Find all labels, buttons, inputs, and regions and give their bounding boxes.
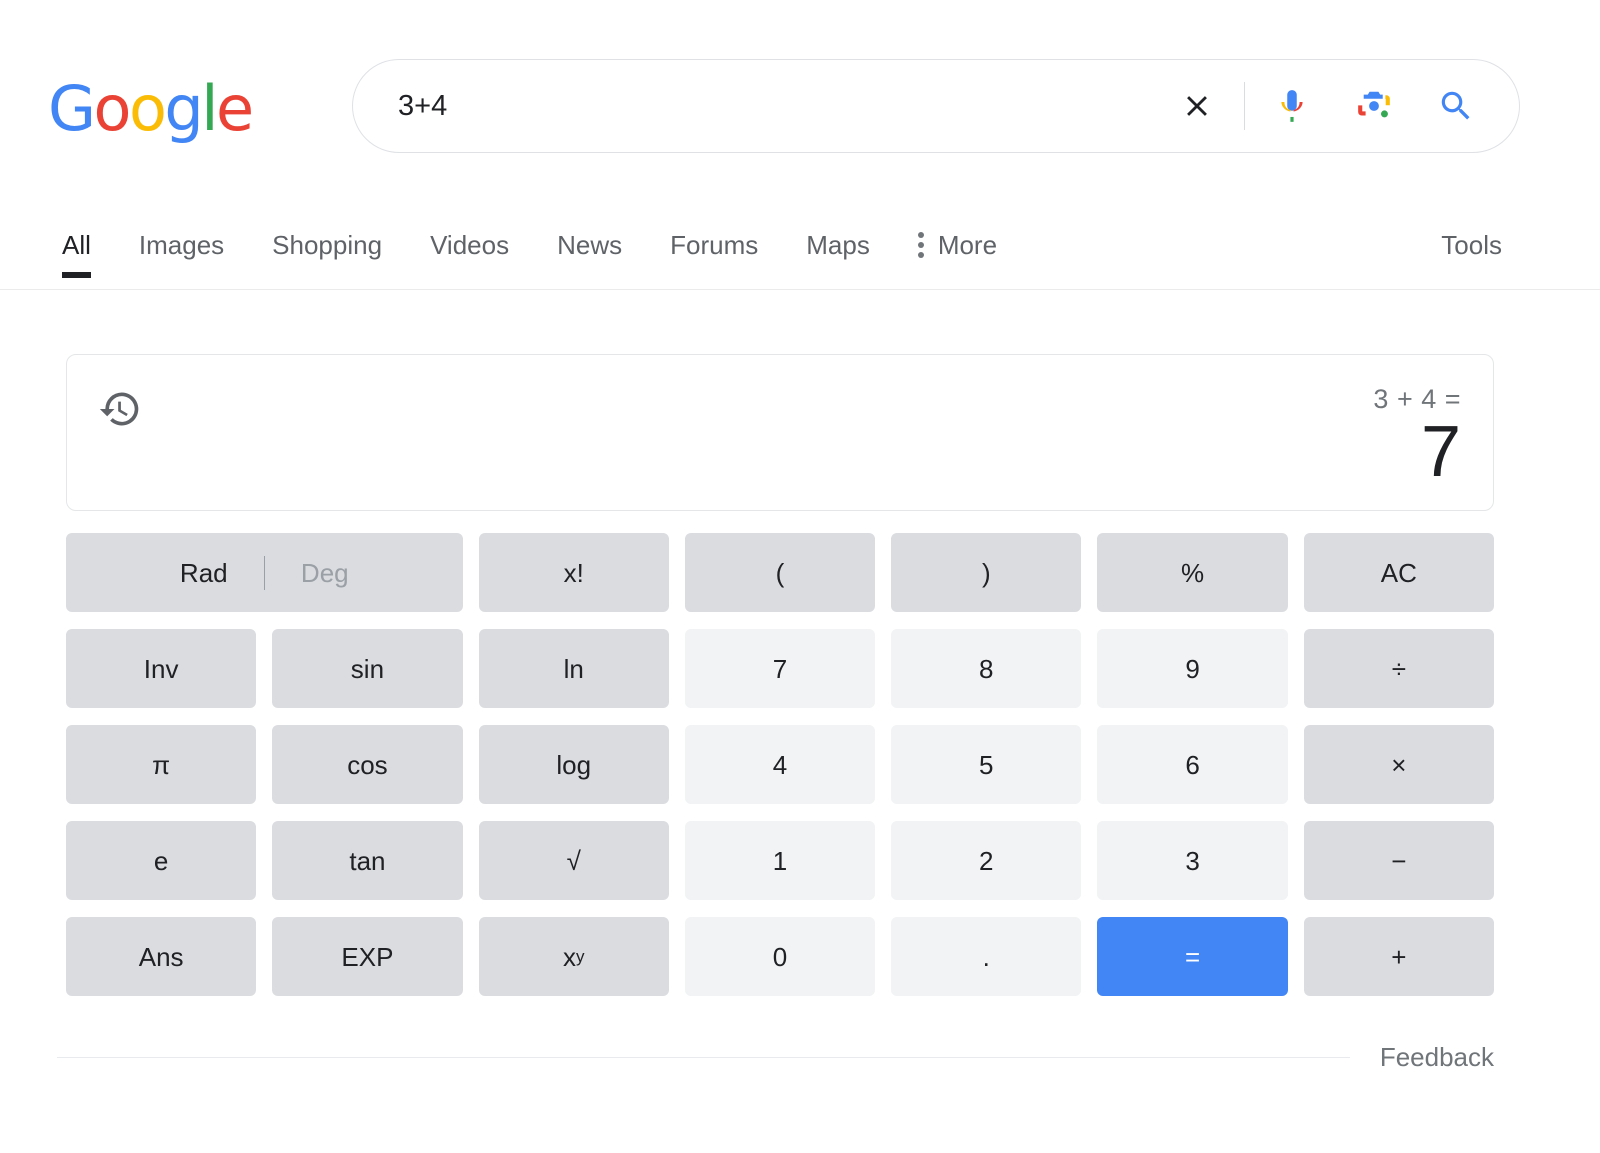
key-pi[interactable]: π — [66, 725, 257, 804]
key-eight[interactable]: 8 — [891, 629, 1082, 708]
key-zero[interactable]: 0 — [684, 917, 876, 996]
angle-mode-toggle[interactable]: Rad Deg — [66, 533, 463, 612]
key-tangent[interactable]: tan — [272, 821, 463, 900]
key-four[interactable]: 4 — [684, 725, 876, 804]
key-factorial[interactable]: x! — [478, 533, 669, 612]
search-actions — [1168, 77, 1519, 135]
search-bar[interactable] — [352, 59, 1520, 153]
nav-tabs: All Images Shopping Videos News Forums M… — [62, 206, 1045, 290]
search-input[interactable] — [353, 76, 1168, 136]
key-seven[interactable]: 7 — [684, 629, 876, 708]
search-icon[interactable] — [1427, 77, 1485, 135]
key-subtract[interactable]: − — [1303, 821, 1494, 900]
google-lens-icon[interactable] — [1345, 77, 1403, 135]
key-answer[interactable]: Ans — [66, 917, 257, 996]
tab-news[interactable]: News — [557, 206, 622, 262]
calculator-expression: 3 + 4 = — [1373, 384, 1461, 414]
key-close-paren[interactable]: ) — [891, 533, 1082, 612]
logo-letter-G: G — [48, 72, 96, 145]
key-exponent[interactable]: EXP — [272, 917, 463, 996]
logo-letter-o2: o — [128, 72, 167, 145]
more-menu-button[interactable]: More — [917, 206, 998, 262]
tools-button[interactable]: Tools — [1441, 228, 1502, 262]
key-nine[interactable]: 9 — [1097, 629, 1288, 708]
tab-maps[interactable]: Maps — [806, 206, 870, 262]
key-cosine[interactable]: cos — [272, 725, 463, 804]
key-six[interactable]: 6 — [1097, 725, 1288, 804]
key-two[interactable]: 2 — [891, 821, 1082, 900]
key-sine[interactable]: sin — [272, 629, 463, 708]
footer-divider — [57, 1056, 1350, 1058]
tab-shopping[interactable]: Shopping — [272, 206, 382, 262]
key-inverse[interactable]: Inv — [66, 629, 257, 708]
calculator-result: 7 — [1420, 412, 1461, 492]
key-add[interactable]: + — [1303, 917, 1494, 996]
key-power-base: x — [562, 941, 576, 972]
feedback-link[interactable]: Feedback — [1350, 1040, 1494, 1074]
tab-videos[interactable]: Videos — [430, 206, 509, 262]
key-one[interactable]: 1 — [684, 821, 876, 900]
tab-forums[interactable]: Forums — [670, 206, 758, 262]
calculator-widget: 3 + 4 = 7 Rad Deg x!()% AC Inv sin ln 7 8 9 ÷ π co… — [66, 354, 1494, 996]
tab-all[interactable]: All — [62, 206, 91, 278]
logo-letter-o1: o — [93, 72, 132, 145]
key-natural-log[interactable]: ln — [478, 629, 669, 708]
key-power[interactable]: xy — [478, 917, 669, 996]
calculator-display: 3 + 4 = 7 — [66, 354, 1494, 511]
key-multiply[interactable]: × — [1303, 725, 1494, 804]
calculator-keypad: Rad Deg x!()% AC Inv sin ln 7 8 9 ÷ π cos log 4 5 6 × e t… — [66, 533, 1494, 996]
key-five[interactable]: 5 — [891, 725, 1082, 804]
key-equals[interactable]: = — [1097, 917, 1288, 996]
rad-option[interactable]: Rad — [156, 560, 252, 586]
more-label: More — [937, 230, 998, 260]
deg-option[interactable]: Deg — [277, 560, 373, 586]
key-square-root[interactable]: √ — [478, 821, 669, 900]
key-percent[interactable]: % — [1097, 533, 1288, 612]
page-header: Google 3+4 All Images Shopping Videos Ne… — [0, 0, 1600, 290]
key-three[interactable]: 3 — [1097, 821, 1288, 900]
tab-images[interactable]: Images — [139, 206, 224, 262]
key-all-clear[interactable]: AC — [1303, 533, 1494, 612]
nav-tabs-bar: All Images Shopping Videos News Forums M… — [0, 206, 1600, 290]
google-logo[interactable]: Google — [48, 78, 254, 140]
close-icon[interactable] — [1168, 77, 1226, 135]
logo-letter-l: l — [201, 72, 218, 145]
angle-mode-separator — [263, 555, 265, 590]
kebab-menu-icon — [917, 232, 924, 258]
history-clock-icon[interactable] — [98, 387, 142, 431]
key-euler[interactable]: e — [66, 821, 257, 900]
key-decimal-point[interactable]: . — [891, 917, 1082, 996]
key-divide[interactable]: ÷ — [1303, 629, 1494, 708]
logo-letter-e: e — [216, 72, 254, 145]
search-divider — [1244, 82, 1245, 130]
logo-letter-g: g — [164, 72, 203, 145]
microphone-icon[interactable] — [1263, 77, 1321, 135]
key-open-paren[interactable]: ( — [684, 533, 876, 612]
widget-footer: Feedback — [57, 1040, 1494, 1074]
key-log[interactable]: log — [478, 725, 669, 804]
